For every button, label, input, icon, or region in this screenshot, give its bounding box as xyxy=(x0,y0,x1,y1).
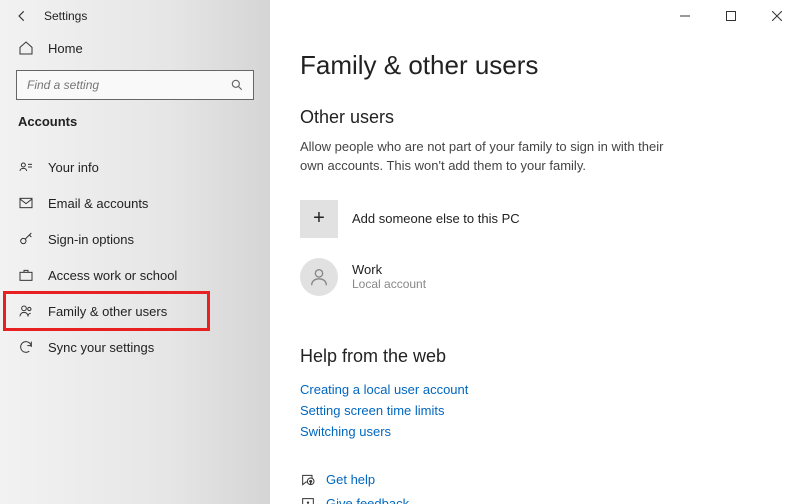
sidebar-item-access-work-school[interactable]: Access work or school xyxy=(0,257,270,293)
avatar-icon xyxy=(300,258,338,296)
user-entry-work[interactable]: Work Local account xyxy=(300,252,788,302)
maximize-button[interactable] xyxy=(708,0,754,32)
titlebar: Settings xyxy=(0,0,800,32)
sidebar-home-label: Home xyxy=(48,41,83,56)
mail-icon xyxy=(18,195,34,211)
user-subtitle: Local account xyxy=(352,277,426,291)
search-icon xyxy=(229,77,245,93)
sidebar-item-label: Family & other users xyxy=(48,304,167,319)
sidebar-nav: Your info Email & accounts Sign-in optio… xyxy=(0,149,270,365)
other-users-heading: Other users xyxy=(300,107,788,128)
window-controls xyxy=(662,0,800,32)
sidebar-item-label: Email & accounts xyxy=(48,196,148,211)
sidebar-category: Accounts xyxy=(0,110,270,133)
sidebar-item-email-accounts[interactable]: Email & accounts xyxy=(0,185,270,221)
people-icon xyxy=(18,303,34,319)
minimize-button[interactable] xyxy=(662,0,708,32)
give-feedback-link[interactable]: Give feedback xyxy=(300,492,788,504)
chat-help-icon: ? xyxy=(300,472,316,488)
sidebar-item-label: Your info xyxy=(48,160,99,175)
sidebar-item-label: Sign-in options xyxy=(48,232,134,247)
briefcase-icon xyxy=(18,267,34,283)
get-help-label: Get help xyxy=(326,472,375,487)
close-button[interactable] xyxy=(754,0,800,32)
sidebar-item-sign-in-options[interactable]: Sign-in options xyxy=(0,221,270,257)
svg-text:?: ? xyxy=(309,479,312,484)
back-button[interactable] xyxy=(0,0,44,32)
window-title: Settings xyxy=(44,9,87,23)
user-name: Work xyxy=(352,262,426,277)
key-icon xyxy=(18,231,34,247)
add-someone-button[interactable]: + Add someone else to this PC xyxy=(300,194,788,244)
help-link-create-local-user[interactable]: Creating a local user account xyxy=(300,379,788,400)
sidebar-item-label: Access work or school xyxy=(48,268,177,283)
sync-icon xyxy=(18,339,34,355)
sidebar-item-family-other-users[interactable]: Family & other users xyxy=(0,293,270,329)
get-help-link[interactable]: ? Get help xyxy=(300,468,788,492)
sidebar: Home Accounts Your info Email & accounts xyxy=(0,0,270,504)
other-users-description: Allow people who are not part of your fa… xyxy=(300,138,690,176)
search-input[interactable] xyxy=(16,70,254,100)
home-icon xyxy=(18,40,34,56)
feedback-icon xyxy=(300,496,316,504)
help-link-screen-time[interactable]: Setting screen time limits xyxy=(300,400,788,421)
help-heading: Help from the web xyxy=(300,346,788,367)
help-link-switching-users[interactable]: Switching users xyxy=(300,421,788,442)
sidebar-item-sync-settings[interactable]: Sync your settings xyxy=(0,329,270,365)
page-title: Family & other users xyxy=(300,50,788,81)
add-someone-label: Add someone else to this PC xyxy=(352,211,520,226)
sidebar-item-label: Sync your settings xyxy=(48,340,154,355)
content-pane: Family & other users Other users Allow p… xyxy=(270,32,800,504)
search-field[interactable] xyxy=(25,77,215,93)
plus-icon: + xyxy=(300,200,338,238)
person-card-icon xyxy=(18,159,34,175)
sidebar-item-your-info[interactable]: Your info xyxy=(0,149,270,185)
sidebar-home[interactable]: Home xyxy=(0,32,270,64)
user-text: Work Local account xyxy=(352,262,426,291)
give-feedback-label: Give feedback xyxy=(326,496,409,504)
